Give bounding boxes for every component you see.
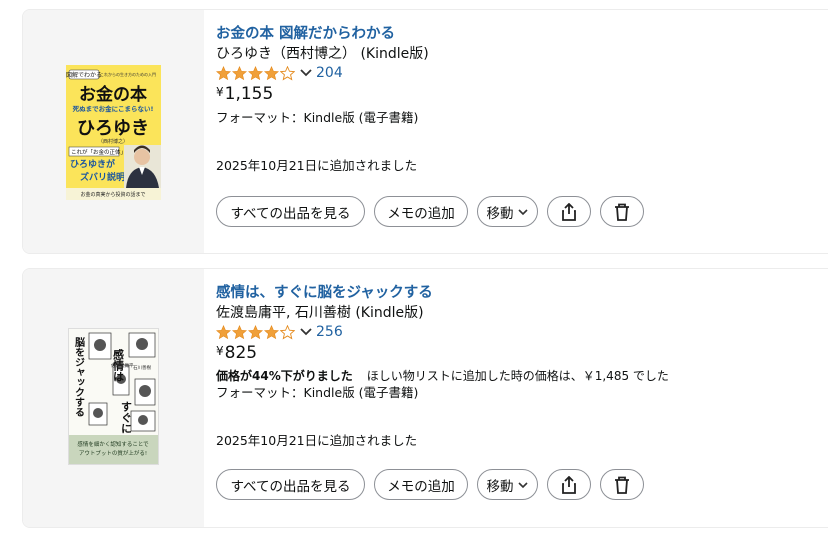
- chevron-down-icon: [517, 481, 528, 488]
- move-button[interactable]: 移動: [477, 469, 538, 500]
- star-rating[interactable]: [216, 65, 313, 81]
- item-format: フォーマット：Kindle版 (電子書籍): [216, 385, 419, 400]
- thumbnail-area: 図解でわかる これからの生き方のための入門 お金の本 死ぬまでお金にこまらない!…: [23, 10, 204, 253]
- cover-badge: 図解でわかる: [66, 71, 102, 79]
- rating-count-link[interactable]: 256: [316, 324, 343, 340]
- move-button[interactable]: 移動: [477, 196, 538, 227]
- star-full-icon: [248, 65, 263, 80]
- rating-row: 204: [216, 64, 343, 82]
- share-icon: [562, 202, 576, 221]
- cover-author-1: 佐渡島庸平: [111, 362, 134, 369]
- star-full-icon: [232, 324, 247, 339]
- item-details: お金の本 図解だからわかる ひろゆき（西村博之） (Kindle版) 204 ¥…: [216, 10, 828, 253]
- cover-author-real: （西村博之）: [98, 138, 128, 145]
- wishlist-item: 図解でわかる これからの生き方のための入門 お金の本 死ぬまでお金にこまらない!…: [22, 9, 828, 254]
- item-price: ¥1,155: [216, 84, 273, 104]
- add-memo-button[interactable]: メモの追加: [374, 469, 468, 500]
- star-full-icon: [216, 65, 231, 80]
- chevron-down-icon: [300, 69, 312, 77]
- item-title-link[interactable]: お金の本 図解だからわかる: [216, 22, 395, 43]
- cover-note-3: ズバリ説明: [80, 171, 125, 183]
- see-all-offers-button[interactable]: すべての出品を見る: [216, 469, 365, 500]
- item-price: ¥825: [216, 343, 257, 363]
- added-date: 2025年10月21日に追加されました: [216, 433, 418, 448]
- star-full-icon: [232, 65, 247, 80]
- star-full-icon: [248, 324, 263, 339]
- author-photo: [124, 145, 161, 188]
- price-drop-note: ほしい物リストに追加した時の価格は、￥1,485 でした: [366, 369, 669, 383]
- star-rating[interactable]: [216, 324, 313, 340]
- cover-footer-1: 感情を細かく認知することで: [77, 440, 149, 448]
- price-value: 825: [224, 343, 258, 363]
- move-button-label: 移動: [486, 205, 514, 222]
- star-empty-icon: [280, 65, 295, 80]
- share-icon: [562, 475, 576, 494]
- star-full-icon: [264, 65, 279, 80]
- wishlist-item: 感情は すぐに 脳をジャックする 佐渡島庸平 石川善樹 感情を細かく認知すること…: [22, 268, 828, 528]
- thumbnail-area: 感情は すぐに 脳をジャックする 佐渡島庸平 石川善樹 感情を細かく認知すること…: [23, 269, 204, 527]
- share-button[interactable]: [547, 196, 591, 227]
- cover-author-name: ひろゆき: [77, 118, 149, 139]
- currency-symbol: ¥: [216, 85, 224, 99]
- trash-icon: [615, 476, 629, 494]
- see-all-offers-button[interactable]: すべての出品を見る: [216, 196, 365, 227]
- cover-footer: お金の真実から投資の話まで: [80, 191, 145, 198]
- item-format: フォーマット：Kindle版 (電子書籍): [216, 110, 419, 125]
- chevron-down-icon: [517, 208, 528, 215]
- book-cover-image[interactable]: 図解でわかる これからの生き方のための入門 お金の本 死ぬまでお金にこまらない!…: [66, 65, 161, 200]
- cover-footer-2: アウトプットの質が上がる!: [79, 449, 147, 457]
- item-author: ひろゆき（西村博之） (Kindle版): [216, 46, 429, 62]
- share-button[interactable]: [547, 469, 591, 500]
- price-drop-label: 価格が44%下がりました: [216, 369, 353, 383]
- item-title-link[interactable]: 感情は、すぐに脳をジャックする: [216, 281, 433, 302]
- cover-subtitle: 死ぬまでお金にこまらない!: [72, 104, 154, 113]
- trash-icon: [615, 203, 629, 221]
- delete-button[interactable]: [600, 196, 644, 227]
- rating-row: 256: [216, 323, 343, 341]
- cover-note-1: これが「お金の正体」!: [71, 148, 128, 156]
- star-full-icon: [264, 324, 279, 339]
- price-value: 1,155: [224, 84, 274, 104]
- cover-author-2: 石川善樹: [133, 364, 151, 371]
- rating-count-link[interactable]: 204: [316, 65, 343, 81]
- item-details: 感情は、すぐに脳をジャックする 佐渡島庸平, 石川善樹 (Kindle版) 25…: [216, 269, 828, 527]
- delete-button[interactable]: [600, 469, 644, 500]
- added-date: 2025年10月21日に追加されました: [216, 158, 418, 173]
- star-empty-icon: [280, 324, 295, 339]
- cover-title-col-3: 脳をジャックする: [73, 337, 85, 417]
- item-author: 佐渡島庸平, 石川善樹 (Kindle版): [216, 305, 424, 321]
- star-full-icon: [216, 324, 231, 339]
- cover-main-title: お金の本: [79, 84, 147, 105]
- chevron-down-icon: [300, 328, 312, 336]
- move-button-label: 移動: [486, 478, 514, 495]
- book-cover-image[interactable]: 感情は すぐに 脳をジャックする 佐渡島庸平 石川善樹 感情を細かく認知すること…: [68, 328, 159, 465]
- cover-note-2: ひろゆきが: [70, 158, 116, 170]
- cover-title-col-2: すぐに: [120, 401, 133, 434]
- currency-symbol: ¥: [216, 344, 224, 358]
- item-actions: すべての出品を見る メモの追加 移動: [216, 196, 653, 227]
- add-memo-button[interactable]: メモの追加: [374, 196, 468, 227]
- item-actions: すべての出品を見る メモの追加 移動: [216, 469, 653, 500]
- cover-tagline: これからの生き方のための入門: [100, 71, 156, 77]
